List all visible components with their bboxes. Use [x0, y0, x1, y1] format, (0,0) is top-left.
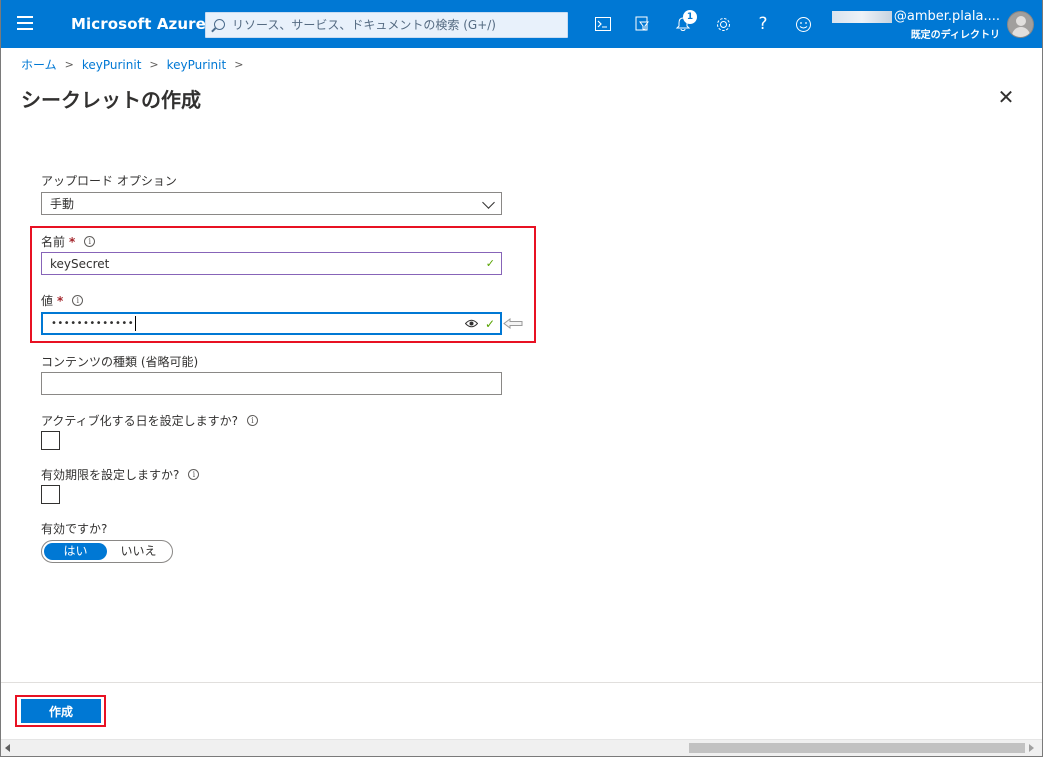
- eye-icon[interactable]: [464, 317, 479, 331]
- info-icon[interactable]: i: [72, 295, 84, 306]
- info-icon[interactable]: i: [188, 469, 200, 480]
- notification-badge: 1: [683, 10, 697, 24]
- account-menu[interactable]: @amber.plala.... 既定のディレクトリ: [831, 9, 1000, 41]
- help-icon[interactable]: ?: [751, 12, 775, 36]
- close-icon[interactable]: ✕: [995, 86, 1017, 108]
- checkmark-icon: ✓: [484, 317, 495, 331]
- enabled-no-option[interactable]: いいえ: [107, 543, 170, 560]
- checkmark-icon: ✓: [485, 257, 495, 270]
- upload-option-value: 手動: [50, 197, 75, 211]
- text-caret: [135, 316, 137, 331]
- chevron-right-icon: >: [234, 58, 244, 71]
- brand-title[interactable]: Microsoft Azure: [71, 15, 206, 33]
- enabled-yes-option[interactable]: はい: [44, 543, 107, 560]
- account-name: @amber.plala....: [893, 9, 1000, 24]
- name-value: keySecret: [50, 256, 110, 271]
- menu-icon[interactable]: [17, 16, 33, 30]
- global-search[interactable]: [205, 12, 568, 38]
- scroll-left-icon[interactable]: [5, 744, 10, 752]
- enabled-toggle[interactable]: はい いいえ: [41, 540, 173, 563]
- redacted-username: [831, 10, 892, 23]
- expiration-date-checkbox[interactable]: [41, 485, 60, 504]
- required-mark: *: [57, 293, 64, 308]
- content-type-input[interactable]: [41, 372, 502, 395]
- content-type-label: コンテンツの種類 (省略可能): [41, 355, 199, 369]
- breadcrumb-home[interactable]: ホーム: [21, 56, 57, 73]
- blade-frame: [0, 48, 1043, 757]
- feedback-icon[interactable]: [791, 12, 815, 36]
- chevron-right-icon: >: [64, 58, 74, 71]
- pointer-arrow-icon: [503, 318, 523, 329]
- expiration-date-label: 有効期限を設定しますか? i: [41, 466, 200, 483]
- chevron-right-icon: >: [149, 58, 159, 71]
- breadcrumb-keyvault[interactable]: keyPurinit: [82, 58, 142, 72]
- scrollbar-thumb[interactable]: [689, 743, 1025, 753]
- cloud-shell-icon[interactable]: [591, 12, 615, 36]
- footer-divider: [1, 682, 1042, 683]
- activation-date-checkbox[interactable]: [41, 431, 60, 450]
- activation-date-label: アクティブ化する日を設定しますか? i: [41, 412, 259, 429]
- scroll-right-icon[interactable]: [1029, 744, 1034, 752]
- value-label: 値 * i: [41, 292, 84, 309]
- upload-option-label: アップロード オプション: [41, 174, 177, 188]
- search-input[interactable]: [232, 15, 562, 35]
- name-label: 名前 * i: [41, 233, 96, 250]
- directory-name: 既定のディレクトリ: [910, 30, 1000, 41]
- directory-filter-icon[interactable]: [631, 12, 655, 36]
- gear-icon[interactable]: [711, 12, 735, 36]
- secret-value-input[interactable]: ••••••••••••• ✓: [41, 312, 502, 335]
- name-input[interactable]: keySecret ✓: [41, 252, 502, 275]
- upload-option-select[interactable]: 手動: [41, 192, 502, 215]
- horizontal-scrollbar[interactable]: [1, 739, 1042, 756]
- enabled-label: 有効ですか?: [41, 522, 108, 536]
- info-icon[interactable]: i: [84, 236, 96, 247]
- secret-value-masked: •••••••••••••: [51, 318, 135, 329]
- required-mark: *: [69, 234, 76, 249]
- search-icon: [214, 19, 225, 30]
- chevron-down-icon: [482, 196, 495, 209]
- page-title: シークレットの作成: [21, 88, 201, 112]
- create-button[interactable]: 作成: [21, 699, 101, 723]
- top-navigation-bar: Microsoft Azure 1 ? @amber.plala.... 既定の…: [0, 0, 1043, 48]
- info-icon[interactable]: i: [247, 415, 259, 426]
- breadcrumb: ホーム > keyPurinit > keyPurinit >: [21, 56, 251, 73]
- avatar[interactable]: [1007, 11, 1034, 38]
- breadcrumb-secrets[interactable]: keyPurinit: [167, 58, 227, 72]
